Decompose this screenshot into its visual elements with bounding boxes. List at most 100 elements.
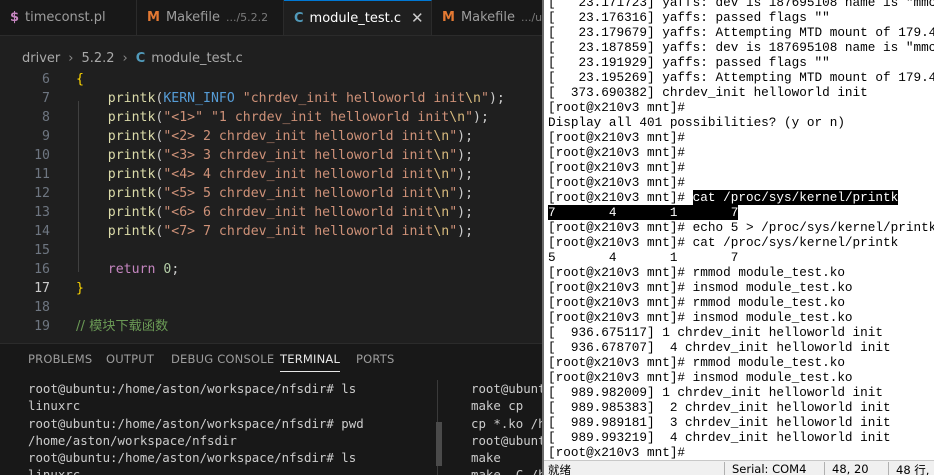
- escape-sequence: \n: [449, 110, 466, 125]
- serial-line: Display all 401 possibilities? (y or n): [548, 115, 845, 130]
- breadcrumb-version[interactable]: 5.2.2: [81, 51, 114, 66]
- tab-debug-console[interactable]: DEBUG CONSOLE: [171, 352, 274, 366]
- breadcrumb-file[interactable]: module_test.c: [151, 51, 242, 66]
- line-number: 13: [34, 205, 50, 220]
- terminal-pane-1[interactable]: root@ubuntu:/home/aston/workspace/nfsdir…: [28, 380, 438, 475]
- vscode-window: $ timeconst.pl M Makefile .../5.2.2 C mo…: [0, 0, 542, 475]
- terminal-line: /home/aston/workspace/nfsdir: [28, 432, 237, 448]
- return-keyword: return: [107, 262, 156, 277]
- serial-line: [root@x210v3 mnt]#: [548, 100, 686, 115]
- line-number: 11: [34, 167, 50, 182]
- code-content: // 模块下载函数: [76, 317, 168, 336]
- function-name: printk: [107, 148, 156, 163]
- terminal-line: make: [471, 450, 501, 466]
- serial-line: 7 4 1 7: [548, 205, 934, 220]
- perl-file-icon: $: [10, 10, 20, 25]
- string-literal: "<3> 3 chrdev_init helloworld init: [163, 148, 434, 163]
- serial-line: [ 373.690382] chrdev_init helloworld ini…: [548, 85, 868, 100]
- macro-name: KERN_INFO: [163, 91, 235, 106]
- terminal-line: cp *.ko /h: [471, 415, 542, 431]
- code-line: 13 printk("<6> 6 chrdev_init helloworld …: [0, 203, 542, 222]
- tab-output[interactable]: OUTPUT: [106, 352, 154, 366]
- status-divider: [888, 462, 889, 475]
- string-end: ": [465, 110, 474, 125]
- serial-line: [root@x210v3 mnt]#: [548, 130, 686, 145]
- open-brace: {: [76, 72, 84, 87]
- status-port: Serial: COM4: [732, 462, 807, 475]
- serial-line: [root@x210v3 mnt]# rmmod module_test.ko: [548, 265, 845, 280]
- string-end: ": [449, 167, 458, 182]
- highlighted-command: cat /proc/sys/kernel/printk: [692, 190, 899, 205]
- code-line: 17}: [0, 279, 542, 298]
- serial-line: [root@x210v3 mnt]# rmmod module_test.ko: [548, 295, 845, 310]
- serial-line: [root@x210v3 mnt]# insmod module_test.ko: [548, 310, 853, 325]
- code-comment: // 模块下载函数: [76, 319, 169, 334]
- code-line: 15: [0, 241, 542, 260]
- escape-sequence: \n: [433, 205, 450, 220]
- tab-timeconst[interactable]: $ timeconst.pl: [0, 0, 137, 35]
- serial-line: [root@x210v3 mnt]# insmod module_test.ko: [548, 280, 853, 295]
- code-line: 16 return 0;: [0, 260, 542, 279]
- tab-makefile-1[interactable]: M Makefile .../5.2.2: [137, 0, 284, 35]
- breadcrumb: driver › 5.2.2 › C module_test.c: [0, 47, 542, 69]
- tab-label: Makefile: [165, 10, 220, 25]
- tab-module-test[interactable]: C module_test.c ✕: [284, 0, 432, 35]
- string-end: ": [449, 148, 458, 163]
- line-number: 12: [34, 186, 50, 201]
- function-name: printk: [107, 110, 156, 125]
- terminal-scrollbar[interactable]: [436, 422, 442, 466]
- code-line: 6{: [0, 70, 542, 89]
- breadcrumb-driver[interactable]: driver: [22, 51, 60, 66]
- serial-line: [root@x210v3 mnt]#: [548, 160, 686, 175]
- line-number: 18: [34, 300, 50, 315]
- line-number: 7: [42, 91, 50, 106]
- tab-problems[interactable]: PROBLEMS: [28, 352, 92, 366]
- code-line: 7 printk(KERN_INFO "chrdev_init hellowor…: [0, 89, 542, 108]
- string-literal: "<1>" "1 chrdev_init helloworld init: [163, 110, 450, 125]
- terminal-line: root@ubuntu:/home/aston/workspace/nfsdir…: [28, 415, 364, 431]
- editor-tab-bar: $ timeconst.pl M Makefile .../5.2.2 C mo…: [0, 0, 542, 36]
- tab-terminal[interactable]: TERMINAL: [280, 352, 341, 372]
- status-rows: 48 行,: [896, 463, 930, 475]
- serial-line: [root@x210v3 mnt]#: [548, 145, 686, 160]
- close-icon[interactable]: ✕: [411, 9, 424, 27]
- terminal-line: linuxrc: [28, 398, 81, 414]
- code-line: 11 printk("<4> 4 chrdev_init helloworld …: [0, 165, 542, 184]
- tab-label: Makefile: [460, 10, 515, 25]
- function-name: printk: [107, 167, 156, 182]
- tab-ports[interactable]: PORTS: [356, 352, 394, 366]
- code-editor[interactable]: 6{7 printk(KERN_INFO "chrdev_init hellow…: [0, 70, 542, 340]
- status-bar: 就绪 Serial: COM4 48, 20 48 行,: [544, 460, 934, 475]
- serial-line: [root@x210v3 mnt]# insmod module_test.ko: [548, 370, 853, 385]
- code-line: 19 // 模块下载函数: [0, 317, 542, 336]
- line-number: 19: [34, 319, 50, 334]
- string-literal: "chrdev_init helloworld init: [242, 91, 466, 106]
- serial-terminal-window[interactable]: [ 23.171723] yaffs: dev is 187695108 nam…: [542, 0, 934, 475]
- terminal-pane-2[interactable]: root@ubunt make cp cp *.ko /h root@ubunt…: [471, 380, 542, 475]
- function-name: printk: [107, 129, 156, 144]
- code-content: printk("<1>" "1 chrdev_init helloworld i…: [107, 110, 489, 125]
- serial-line: [ 936.678707] 4 chrdev_init helloworld i…: [548, 340, 891, 355]
- escape-sequence: \n: [433, 129, 450, 144]
- string-end: ": [449, 224, 458, 239]
- panel-tabs: PROBLEMS OUTPUT DEBUG CONSOLE TERMINAL P…: [0, 344, 542, 374]
- terminal-line: root@ubuntu:/home/aston/workspace/nfsdir…: [28, 381, 357, 396]
- function-name: printk: [107, 186, 156, 201]
- c-file-icon: C: [135, 50, 146, 66]
- line-number: 10: [34, 148, 50, 163]
- serial-line: [ 989.989181] 3 chrdev_init helloworld i…: [548, 415, 891, 430]
- escape-sequence: \n: [433, 224, 450, 239]
- tab-label: module_test.c: [309, 10, 402, 26]
- serial-line: [root@x210v3 mnt]# echo 5 > /proc/sys/ke…: [548, 220, 934, 235]
- code-content: printk("<3> 3 chrdev_init helloworld ini…: [107, 148, 474, 163]
- code-line: 10 printk("<3> 3 chrdev_init helloworld …: [0, 146, 542, 165]
- makefile-icon: M: [147, 10, 160, 25]
- code-line: 12 printk("<5> 5 chrdev_init helloworld …: [0, 184, 542, 203]
- code-content: {: [76, 70, 84, 89]
- highlighted-output: 7 4 1 7: [548, 205, 739, 220]
- string-literal: "<7> 7 chrdev_init helloworld init: [163, 224, 434, 239]
- serial-line: [root@x210v3 mnt]#: [548, 175, 686, 190]
- code-content: return 0;: [107, 262, 180, 277]
- terminal-line: linuxrc: [28, 467, 81, 475]
- tab-makefile-2[interactable]: M Makefile .../ub: [432, 0, 542, 35]
